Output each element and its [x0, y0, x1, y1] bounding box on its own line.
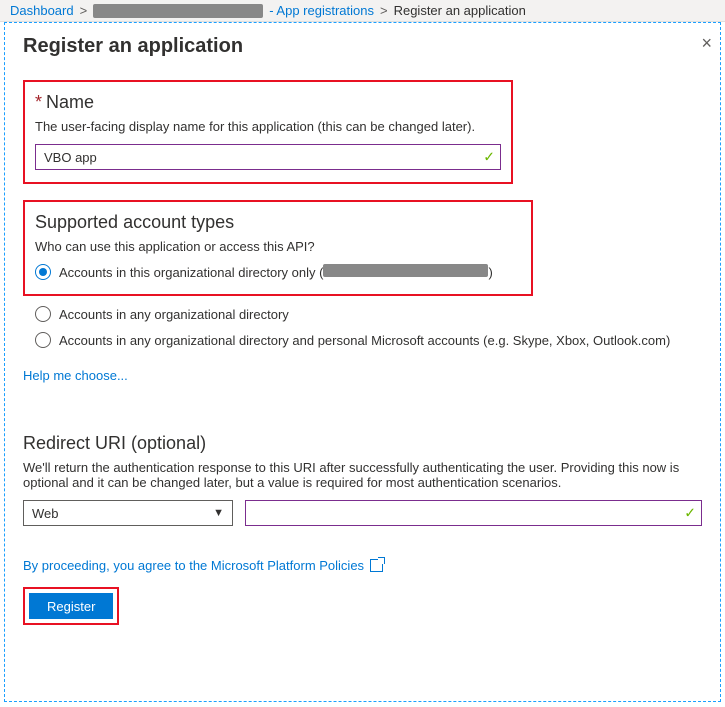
close-icon[interactable]: × [701, 33, 712, 54]
radio-label: Accounts in any organizational directory… [59, 333, 670, 348]
breadcrumb-app-registrations[interactable]: - App registrations [269, 3, 374, 18]
account-types-hint: Who can use this application or access t… [35, 239, 521, 254]
check-icon: ✓ [483, 149, 495, 166]
policies-link[interactable]: By proceeding, you agree to the Microsof… [23, 558, 702, 573]
name-section-highlight: *Name The user-facing display name for t… [23, 80, 513, 184]
radio-icon [35, 332, 51, 348]
breadcrumb: Dashboard > - App registrations > Regist… [0, 0, 725, 22]
name-hint: The user-facing display name for this ap… [35, 119, 501, 134]
account-types-highlight: Supported account types Who can use this… [23, 200, 533, 296]
redacted-org-name [323, 264, 488, 277]
breadcrumb-sep: > [380, 3, 388, 18]
page-title: Register an application [23, 23, 702, 64]
redirect-uri-heading: Redirect URI (optional) [23, 433, 702, 454]
account-type-option-any-org-personal[interactable]: Accounts in any organizational directory… [35, 332, 702, 348]
register-button[interactable]: Register [29, 593, 113, 619]
select-value: Web [32, 506, 59, 521]
breadcrumb-sep: > [80, 3, 88, 18]
radio-selected-icon [35, 264, 51, 280]
help-me-choose-link[interactable]: Help me choose... [23, 368, 128, 383]
redirect-uri-input[interactable] [245, 500, 702, 526]
register-button-highlight: Register [23, 587, 119, 625]
chevron-down-icon: ▼ [213, 507, 224, 519]
account-types-heading: Supported account types [35, 212, 521, 233]
radio-label: Accounts in this organizational director… [59, 264, 493, 280]
radio-icon [35, 306, 51, 322]
breadcrumb-current: Register an application [394, 3, 526, 18]
external-link-icon [370, 559, 383, 572]
account-type-option-any-org[interactable]: Accounts in any organizational directory [35, 306, 702, 322]
name-heading: *Name [35, 92, 501, 113]
check-icon: ✓ [684, 505, 696, 522]
account-type-option-org-only[interactable]: Accounts in this organizational director… [35, 264, 521, 280]
redirect-type-select[interactable]: Web ▼ [23, 500, 233, 526]
app-name-input[interactable] [35, 144, 501, 170]
required-asterisk-icon: * [35, 92, 42, 112]
breadcrumb-dashboard[interactable]: Dashboard [10, 3, 74, 18]
radio-label: Accounts in any organizational directory [59, 307, 289, 322]
redirect-uri-hint: We'll return the authentication response… [23, 460, 702, 490]
redacted-tenant [93, 4, 263, 18]
register-panel: × Register an application *Name The user… [4, 22, 721, 702]
